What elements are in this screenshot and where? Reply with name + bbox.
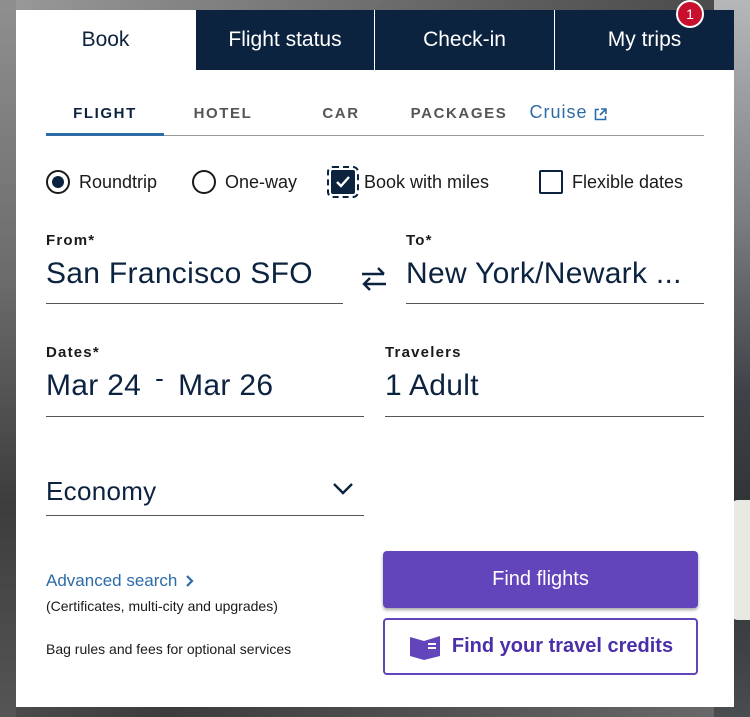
dates-value[interactable]: Mar 24- Mar 26 [46,369,364,403]
oneway-label: One-way [225,171,298,192]
tab-book[interactable]: Book [16,10,195,70]
cabin-value: Economy [46,476,157,506]
top-tabs: Book Flight status Check-in My trips 1 [16,0,734,70]
advanced-search-sublabel: (Certificates, multi-city and upgrades) [46,598,278,614]
tab-my-trips[interactable]: My trips 1 [554,0,734,70]
chevron-right-icon [186,575,194,587]
flexible-dates-checkbox[interactable] [539,170,563,194]
to-value[interactable]: New York/Newark ... [406,257,704,291]
flexible-dates-label: Flexible dates [572,171,684,192]
sub-tabs: FLIGHT HOTEL CAR PACKAGES Cruise [46,100,704,136]
travelers-label: Travelers [385,344,462,361]
from-value[interactable]: San Francisco SFO [46,257,343,291]
book-with-miles-checkbox[interactable] [327,166,359,198]
tab-check-in-label: Check-in [423,28,506,51]
subtab-cruise-label: Cruise [529,102,588,122]
travelers-field[interactable]: Travelers 1 Adult [385,344,704,417]
tab-flight-status-label: Flight status [228,28,342,51]
book-with-miles-label: Book with miles [364,171,490,192]
advanced-search-label: Advanced search [46,571,178,590]
to-label: To* [406,232,433,249]
from-label: From* [46,232,96,249]
wallet-icon [409,635,440,660]
subtab-cruise[interactable]: Cruise [518,100,618,136]
date-separator: - [155,369,165,393]
oneway-radio[interactable] [192,170,216,194]
external-link-icon [594,108,607,121]
radio-dot [52,176,64,188]
subtab-car[interactable]: CAR [282,100,400,136]
subtab-hotel[interactable]: HOTEL [164,100,282,136]
background-left [0,0,16,717]
booking-widget: Book Flight status Check-in My trips 1 F… [16,0,734,707]
subtab-packages[interactable]: PACKAGES [400,100,518,136]
subtab-flight[interactable]: FLIGHT [46,100,164,136]
depart-date[interactable]: Mar 24 [46,369,141,402]
tab-check-in[interactable]: Check-in [374,10,554,70]
find-travel-credits-label: Find your travel credits [451,635,674,657]
find-flights-label: Find flights [492,568,589,590]
return-date[interactable]: Mar 26 [178,369,273,402]
book-with-miles-option[interactable]: Book with miles [327,166,490,198]
flexible-dates-option[interactable]: Flexible dates [539,168,683,196]
tab-my-trips-label: My trips [607,28,682,51]
tab-book-label: Book [81,28,130,51]
oneway-option[interactable]: One-way [192,168,297,196]
roundtrip-label: Roundtrip [79,171,158,192]
bag-rules-link[interactable]: Bag rules and fees for optional services [46,641,291,657]
find-travel-credits-button[interactable]: Find your travel credits [383,618,698,675]
notification-badge: 1 [676,0,704,28]
subtab-hotel-label: HOTEL [193,105,253,122]
from-field[interactable]: From* San Francisco SFO [46,232,343,304]
cabin-select[interactable]: Economy [46,470,364,516]
subtab-car-label: CAR [322,105,360,122]
dates-field[interactable]: Dates* Mar 24- Mar 26 [46,344,364,417]
find-flights-button[interactable]: Find flights [383,551,698,608]
travelers-value[interactable]: 1 Adult [385,369,704,403]
dates-label: Dates* [46,344,100,361]
roundtrip-radio[interactable] [46,170,70,194]
roundtrip-option[interactable]: Roundtrip [46,168,157,196]
tab-flight-status[interactable]: Flight status [195,10,374,70]
swap-icon[interactable] [359,263,389,295]
chevron-down-icon [333,483,353,495]
subtab-flight-label: FLIGHT [73,105,137,122]
advanced-search-link[interactable]: Advanced search [46,571,194,591]
subtab-packages-label: PACKAGES [410,105,508,122]
checkmark-icon [336,176,350,188]
to-field[interactable]: To* New York/Newark ... [406,232,704,304]
